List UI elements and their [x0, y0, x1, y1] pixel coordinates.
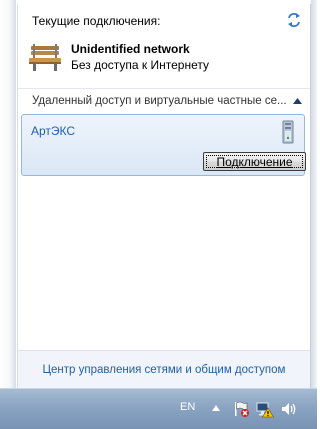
refresh-arrows-icon[interactable] — [286, 12, 302, 28]
connect-button-label: Подключение — [216, 154, 293, 169]
network-sharing-center-link[interactable]: Центр управления сетями и общим доступом — [18, 364, 310, 376]
network-name: Unidentified network — [71, 42, 190, 56]
network-flyout: Текущие подключения: Unidentified networ… — [0, 0, 317, 389]
footer-bar: Центр управления сетями и общим доступом — [18, 350, 310, 389]
current-network-entry: Unidentified network Без доступа к Интер… — [28, 40, 298, 80]
taskbar: EN — [0, 388, 317, 429]
volume-icon[interactable] — [280, 400, 298, 418]
vpn-connection-name: АртЭКС — [31, 124, 76, 138]
vpn-server-icon — [282, 120, 294, 144]
vpn-section-title: Удаленный доступ и виртуальные частные с… — [32, 95, 287, 107]
show-hidden-icons-arrow[interactable] — [212, 405, 220, 411]
network-warning-icon[interactable] — [256, 400, 274, 418]
flyout-frame-left — [0, 0, 16, 388]
network-panel: Текущие подключения: Unidentified networ… — [17, 4, 311, 389]
connect-button[interactable]: Подключение — [203, 152, 306, 171]
chevron-up-icon[interactable] — [293, 97, 302, 104]
action-center-flag-icon[interactable] — [232, 400, 250, 418]
vpn-section-header[interactable]: Удаленный доступ и виртуальные частные с… — [18, 88, 310, 111]
park-bench-icon — [29, 44, 61, 71]
current-connections-header: Текущие подключения: — [32, 14, 161, 28]
network-status: Без доступа к Интернету — [71, 58, 210, 72]
language-indicator[interactable]: EN — [180, 401, 195, 413]
flyout-frame-right — [311, 0, 317, 388]
vpn-connection-item[interactable]: АртЭКС Подключение — [21, 114, 306, 176]
